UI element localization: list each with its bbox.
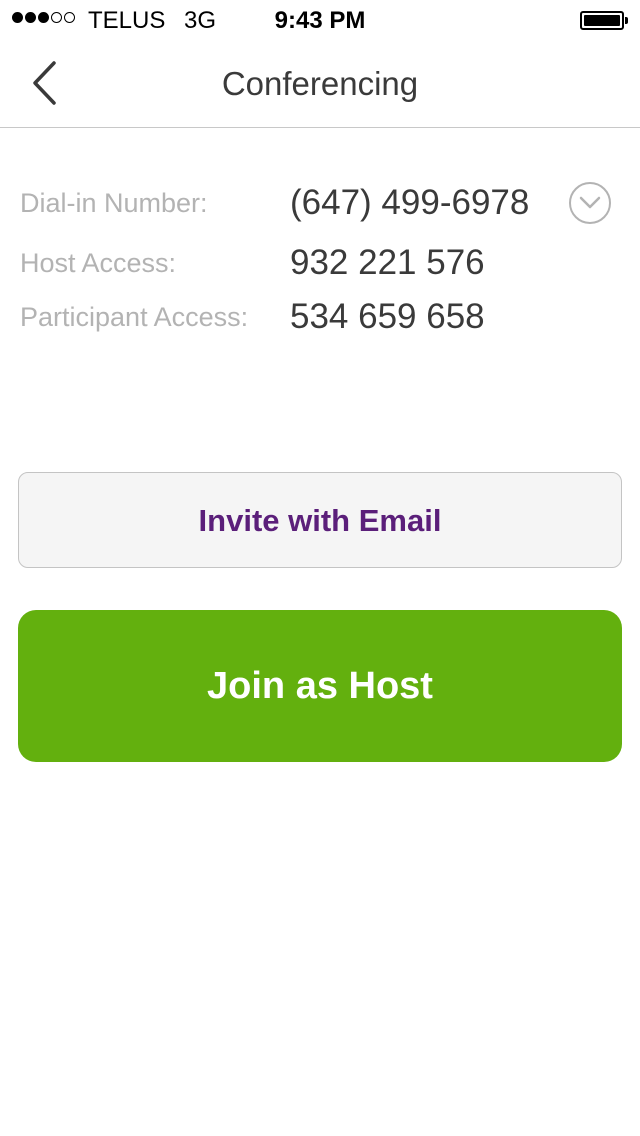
status-bar: TELUS 3G 9:43 PM xyxy=(0,0,640,40)
status-time: 9:43 PM xyxy=(274,7,366,34)
participant-access-label: Participant Access: xyxy=(20,302,249,332)
expand-numbers-button[interactable] xyxy=(569,182,611,224)
invite-with-email-button[interactable]: Invite with Email xyxy=(18,472,622,568)
dial-in-number: (647) 499-6978 xyxy=(290,183,530,222)
battery-icon xyxy=(580,11,628,30)
participant-access-code: 534 659 658 xyxy=(290,297,485,336)
page-title: Conferencing xyxy=(221,65,419,102)
host-access-label: Host Access: xyxy=(20,248,177,278)
dial-in-row: Dial-in Number: (647) 499-6978 xyxy=(20,181,620,225)
host-access-row: Host Access: 932 221 576 xyxy=(20,241,620,285)
chevron-down-icon xyxy=(579,196,601,209)
participant-access-row: Participant Access: 534 659 658 xyxy=(20,295,620,339)
dial-in-label: Dial-in Number: xyxy=(20,188,208,218)
navigation-bar: Conferencing xyxy=(0,40,640,128)
back-button[interactable] xyxy=(20,58,70,108)
join-as-host-button[interactable]: Join as Host xyxy=(18,610,622,762)
chevron-left-icon xyxy=(33,61,56,105)
host-access-code: 932 221 576 xyxy=(290,243,485,282)
